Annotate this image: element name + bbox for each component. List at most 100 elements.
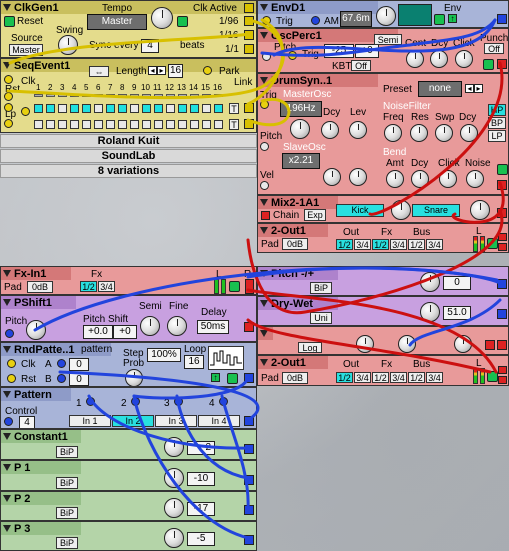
collapse-icon[interactable] [260,330,268,337]
xfade-knob-3[interactable] [454,335,472,353]
track2-output[interactable] [244,119,254,129]
collapse-icon[interactable] [3,391,11,398]
track1-step[interactable] [82,104,91,113]
track1-step[interactable] [58,104,67,113]
pattern-output[interactable] [244,416,254,426]
out-l-input[interactable] [498,233,507,241]
tempo-display[interactable]: Master [87,14,147,30]
length-increment-icon[interactable]: ▸ [157,66,166,75]
in2-button[interactable]: In 2 [112,415,154,427]
slave-dcy-knob[interactable] [323,168,341,186]
log-button[interactable]: Log [298,342,322,353]
track2-step[interactable] [46,120,55,129]
collapse-icon[interactable] [3,495,11,502]
clk-input[interactable] [7,359,16,368]
track2-step[interactable] [178,120,187,129]
xfade-knob-1[interactable] [356,335,374,353]
value-display[interactable]: -5 [187,532,215,546]
a-input[interactable] [57,359,66,368]
lp-button[interactable]: LP [488,130,506,142]
track1-input[interactable] [4,103,13,112]
collapse-icon[interactable] [260,4,268,11]
in4-button[interactable]: In 4 [198,415,240,427]
trig-input[interactable] [260,100,269,109]
a-value[interactable]: 0 [69,358,89,371]
fx-12-button[interactable]: 1/2 [372,239,389,250]
kick-level-knob[interactable] [391,200,411,220]
swp-knob[interactable] [435,124,453,142]
out-r-input[interactable] [498,243,507,251]
track2-step[interactable] [166,120,175,129]
length-decrement-icon[interactable]: ◂ [148,66,157,75]
out2-header[interactable]: 2-Out1 [258,356,328,369]
collapse-icon[interactable] [260,199,268,206]
in3-button[interactable]: In 3 [155,415,197,427]
drywet-output[interactable] [497,309,507,319]
rnd-output[interactable] [244,373,254,383]
out-34-button[interactable]: 3/4 [354,239,371,250]
fine-value[interactable]: +0 [113,325,137,339]
preset-prev-icon[interactable]: ◂ [465,84,474,93]
cent-value[interactable]: +0 [355,44,379,58]
value-knob[interactable] [164,468,184,488]
rate-96-output[interactable] [244,16,254,26]
fx-12-button[interactable]: 1/2 [372,372,389,383]
xfade-knob-2[interactable] [398,335,416,353]
freq-display[interactable]: 196Hz [280,101,322,117]
b-value[interactable]: 0 [69,373,89,386]
bp-button[interactable]: BP [488,117,506,129]
master-pitch-knob[interactable] [290,119,310,139]
track2-step[interactable] [70,120,79,129]
osc-output[interactable] [497,59,507,69]
bus-34-button[interactable]: 3/4 [426,372,443,383]
value-knob[interactable] [164,437,184,457]
drywet-header[interactable]: Dry-Wet [258,297,338,310]
track1-step[interactable] [34,104,43,113]
in3-input[interactable] [174,397,183,406]
trig-input[interactable] [262,16,271,25]
track2-step[interactable] [142,120,151,129]
track1-step[interactable] [142,104,151,113]
collapse-icon[interactable] [260,77,268,84]
env-invert-icon[interactable]: ↑ [448,14,457,23]
track1-step[interactable] [70,104,79,113]
out-r-input[interactable] [498,376,507,384]
park-input[interactable] [203,66,212,75]
track1-step[interactable] [130,104,139,113]
in2-input[interactable] [131,397,140,406]
length-value[interactable]: 16 [168,64,183,78]
out-12-button[interactable]: 1/2 [336,372,353,383]
step-up-icon[interactable]: ↑ [211,373,220,382]
collapse-icon[interactable] [3,299,11,306]
out-l-input[interactable] [498,366,507,374]
pitch-pm-output[interactable] [497,279,507,289]
exp-button[interactable]: Exp [304,209,326,221]
chain-input[interactable] [261,211,270,220]
track2-step[interactable] [58,120,67,129]
track2-step[interactable] [130,120,139,129]
nfreq-knob[interactable] [384,124,402,142]
collapse-icon[interactable] [3,525,11,532]
in1-input[interactable] [86,397,95,406]
track2-step[interactable] [82,120,91,129]
pitch-input[interactable] [5,329,14,338]
collapse-icon[interactable] [3,270,11,277]
prob-value[interactable]: 100% [147,348,181,362]
b-input[interactable] [57,374,66,383]
track2-input[interactable] [4,119,13,128]
collapse-icon[interactable] [260,32,268,39]
pitch-pm-header[interactable]: Pitch -/+ [258,267,338,280]
loop-value[interactable]: 16 [184,355,204,369]
slave-lev-knob[interactable] [349,168,367,186]
snare-label-button[interactable]: Snare [412,204,460,217]
bip-button[interactable]: BiP [56,507,78,519]
delay-value[interactable]: 50ms [197,320,229,334]
fx-out-l[interactable] [245,279,254,294]
value-display[interactable]: -10 [187,472,215,486]
track2-step[interactable] [154,120,163,129]
collapse-icon[interactable] [260,300,268,307]
collapse-icon[interactable] [3,62,11,69]
track1-output[interactable] [244,103,254,113]
bus-34-button[interactable]: 3/4 [426,239,443,250]
power-icon[interactable] [4,16,15,27]
